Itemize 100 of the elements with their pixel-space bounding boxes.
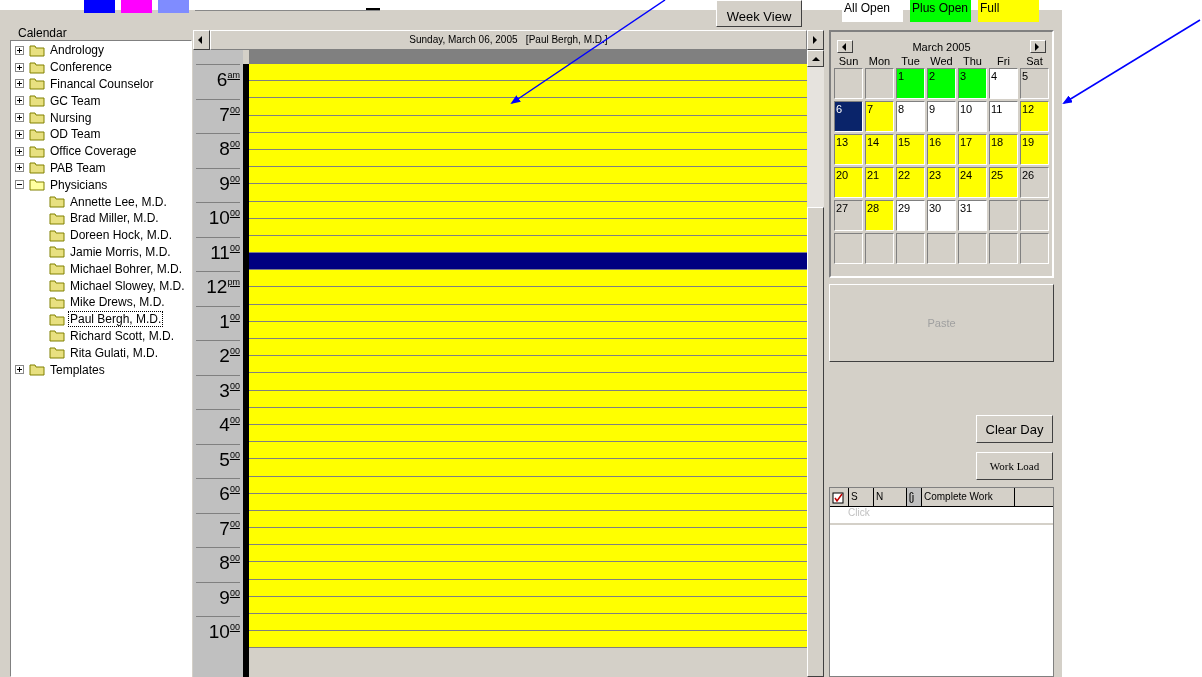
tree-item[interactable]: OD Team [48, 126, 103, 143]
calendar-day[interactable]: 4 [989, 68, 1018, 99]
tree-item[interactable]: Financal Counselor [48, 76, 156, 92]
calendar-day[interactable]: 20 [834, 167, 863, 198]
calendar-day[interactable]: 31 [958, 200, 987, 231]
calendar-day[interactable]: 5 [1020, 68, 1049, 99]
column-header[interactable]: Complete Work [922, 488, 1015, 506]
next-month-button[interactable] [1030, 40, 1046, 53]
scrollbar-thumb[interactable] [807, 207, 824, 677]
tree-item[interactable]: Jamie Morris, M.D. [68, 243, 173, 260]
clear-day-button[interactable]: Clear Day [976, 415, 1053, 443]
calendar-day[interactable] [927, 233, 956, 264]
calendar-day[interactable]: 13 [834, 134, 863, 165]
calendar-day[interactable] [989, 200, 1018, 231]
calendar-day[interactable] [834, 68, 863, 99]
calendar-day[interactable] [1020, 233, 1049, 264]
folder-icon [49, 245, 65, 259]
calendar-day[interactable]: 21 [865, 167, 894, 198]
hour-label: 9$^{00}$ [195, 167, 240, 202]
color-swatch[interactable] [84, 0, 115, 13]
calendar-day[interactable]: 12 [1020, 101, 1049, 132]
calendar-day[interactable]: 3 [958, 68, 987, 99]
weekday-label: Mon [867, 55, 892, 67]
hour-label: 4$^{00}$ [195, 409, 240, 444]
legend-item: Full [978, 0, 1039, 22]
collapse-icon[interactable] [15, 180, 24, 190]
expand-icon[interactable] [15, 129, 24, 139]
expand-icon[interactable] [15, 79, 24, 89]
tree-item[interactable]: Doreen Hock, M.D. [68, 227, 175, 244]
tree-item[interactable]: Paul Bergh, M.D. [68, 311, 164, 328]
calendar-day[interactable]: 2 [927, 68, 956, 99]
week-view-button[interactable]: Week View [716, 0, 802, 27]
column-header[interactable]: S [849, 488, 874, 506]
calendar-day[interactable]: 7 [865, 101, 894, 132]
tree-item[interactable]: PAB Team [48, 159, 108, 176]
tree-item[interactable]: GC Team [48, 92, 103, 109]
expand-icon[interactable] [15, 163, 24, 173]
weekday-label: Thu [962, 55, 983, 67]
tree-item[interactable]: Annette Lee, M.D. [68, 193, 169, 210]
color-swatch[interactable] [158, 0, 189, 13]
calendar-day[interactable] [865, 68, 894, 99]
next-button[interactable] [807, 30, 824, 50]
tree-item[interactable]: Mike Drews, M.D. [68, 294, 167, 311]
expand-icon[interactable] [15, 62, 24, 72]
calendar-day[interactable]: 23 [927, 167, 956, 198]
tree-item[interactable]: Michael Bohrer, M.D. [68, 260, 185, 277]
folder-icon [29, 127, 45, 141]
calendar-day[interactable]: 29 [896, 200, 925, 231]
tree-item[interactable]: Conference [48, 59, 115, 76]
calendar-day[interactable]: 28 [865, 200, 894, 231]
calendar-day[interactable]: 18 [989, 134, 1018, 165]
legend-item: Plus Open [910, 0, 971, 22]
tree-item[interactable]: Michael Slowey, M.D. [68, 277, 187, 294]
expand-icon[interactable] [15, 96, 24, 106]
expand-icon[interactable] [15, 146, 24, 156]
calendar-day[interactable]: 8 [896, 101, 925, 132]
previous-month-button[interactable] [837, 40, 853, 53]
calendar-day[interactable] [958, 233, 987, 264]
calendar-day[interactable]: 17 [958, 134, 987, 165]
color-swatch[interactable] [121, 0, 152, 13]
expand-icon[interactable] [15, 113, 24, 123]
calendar-day[interactable]: 26 [1020, 167, 1049, 198]
tree-item[interactable]: Richard Scott, M.D. [68, 327, 177, 344]
calendar-day[interactable]: 22 [896, 167, 925, 198]
calendar-day[interactable]: 9 [927, 101, 956, 132]
expand-icon[interactable] [15, 45, 24, 55]
tree-item[interactable]: Andrology [48, 42, 107, 59]
expand-icon[interactable] [15, 365, 24, 375]
folder-icon [29, 178, 45, 192]
time-slot[interactable] [248, 253, 807, 271]
calendar-day[interactable] [1020, 200, 1049, 231]
tree-item[interactable]: Templates [48, 361, 107, 378]
calendar-day[interactable]: 11 [989, 101, 1018, 132]
calendar-day[interactable]: 10 [958, 101, 987, 132]
folder-icon [29, 60, 45, 74]
tree-item[interactable]: Nursing [48, 109, 94, 126]
calendar-day[interactable] [989, 233, 1018, 264]
hour-label: 5$^{00}$ [195, 443, 240, 478]
tree-item[interactable]: Physicians [48, 176, 110, 193]
previous-button[interactable] [192, 30, 210, 50]
work-load-button[interactable]: Work Load [976, 452, 1053, 480]
folder-icon [29, 144, 45, 158]
calendar-day[interactable]: 25 [989, 167, 1018, 198]
calendar-day[interactable]: 15 [896, 134, 925, 165]
calendar-day[interactable]: 19 [1020, 134, 1049, 165]
calendar-day[interactable]: 24 [958, 167, 987, 198]
tree-item[interactable]: Rita Gulati, M.D. [68, 344, 161, 361]
calendar-day[interactable] [865, 233, 894, 264]
calendar-day[interactable] [896, 233, 925, 264]
calendar-day[interactable]: 6 [834, 101, 863, 132]
calendar-day[interactable]: 14 [865, 134, 894, 165]
tree-item[interactable]: Brad Miller, M.D. [68, 210, 161, 227]
tree-item[interactable]: Office Coverage [48, 143, 139, 160]
hour-label: 7$^{00}$ [195, 98, 240, 133]
calendar-day[interactable] [834, 233, 863, 264]
scroll-up-button[interactable] [807, 50, 824, 67]
calendar-day[interactable]: 1 [896, 68, 925, 99]
calendar-day[interactable]: 30 [927, 200, 956, 231]
calendar-day[interactable]: 16 [927, 134, 956, 165]
calendar-day[interactable]: 27 [834, 200, 863, 231]
